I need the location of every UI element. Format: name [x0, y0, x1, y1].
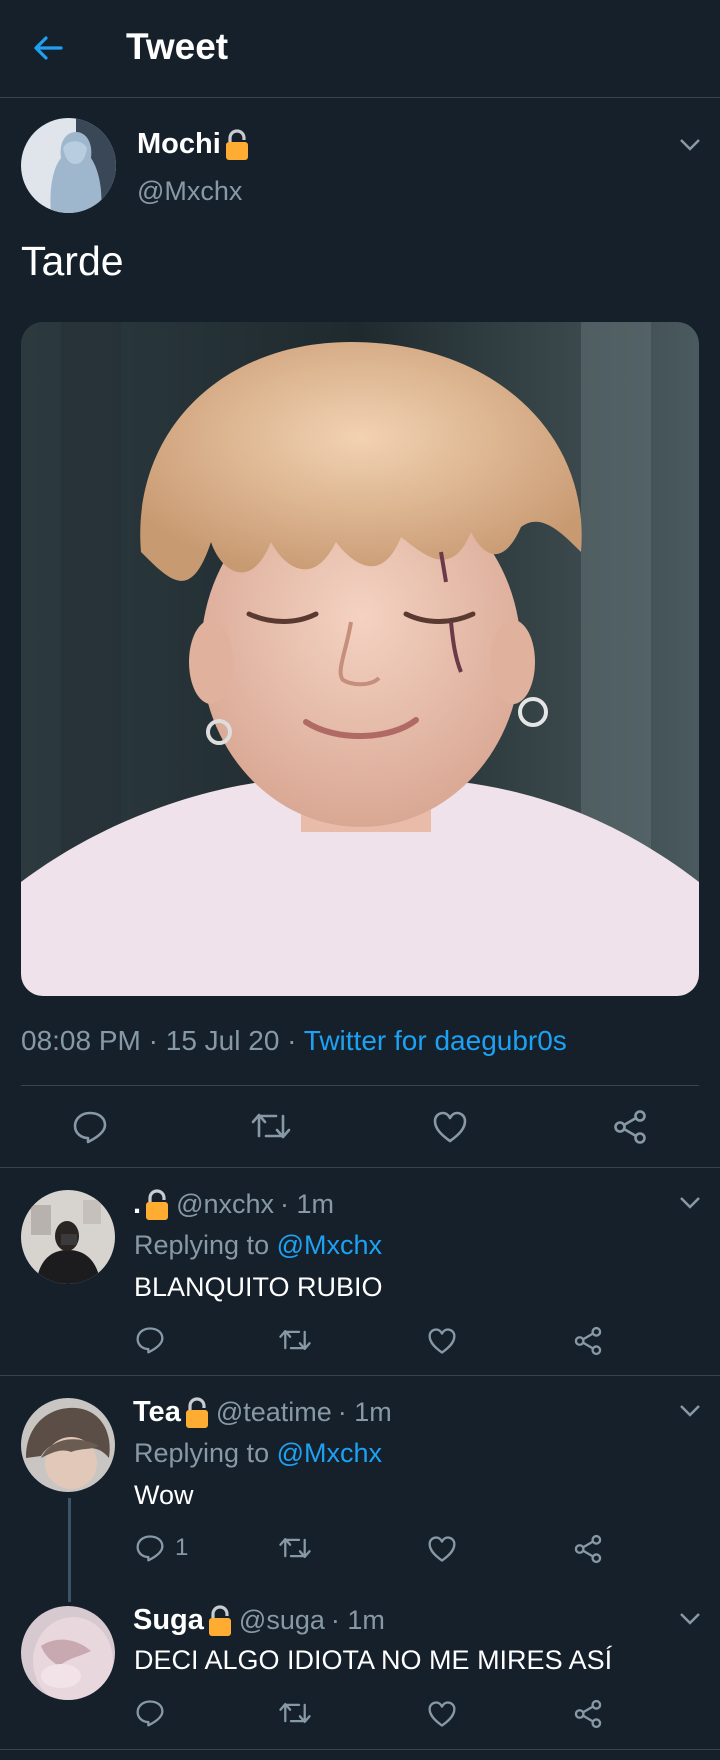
tweet-source-link[interactable]: Twitter for daegubr0s [304, 1025, 567, 1056]
retweet-icon [279, 1537, 311, 1559]
author-avatar[interactable] [21, 118, 116, 213]
lock-icon [144, 1188, 170, 1221]
like-button[interactable] [427, 1535, 457, 1563]
replying-to-label: Replying to [134, 1438, 277, 1468]
replying-to: Replying to @Mxchx [134, 1230, 382, 1261]
share-button[interactable] [612, 1109, 648, 1145]
lock-icon [184, 1396, 210, 1429]
reply-avatar[interactable] [21, 1190, 115, 1284]
chevron-down-icon [680, 1197, 700, 1209]
reply-author-name[interactable]: Suga [133, 1604, 204, 1637]
share-button[interactable] [573, 1326, 603, 1356]
retweet-icon [279, 1329, 311, 1351]
reply-timestamp: · 1m [280, 1189, 335, 1219]
heart-icon [428, 1536, 456, 1562]
retweet-button[interactable] [250, 1110, 292, 1142]
reply-icon [136, 1700, 164, 1727]
author-handle[interactable]: @Mxchx [137, 176, 242, 207]
tweet-time: 08:08 PM [21, 1025, 141, 1056]
reply-button[interactable] [135, 1326, 165, 1354]
reply-timestamp: · 1m [337, 1397, 392, 1427]
chevron-down-icon [680, 1613, 700, 1625]
retweet-button[interactable] [278, 1327, 312, 1353]
reply-author-handle[interactable]: @suga [239, 1605, 325, 1636]
retweet-icon [279, 1702, 311, 1724]
photo-icon [21, 322, 699, 996]
divider [0, 1375, 720, 1376]
reply-text: BLANQUITO RUBIO [134, 1272, 383, 1302]
retweet-button[interactable] [278, 1535, 312, 1561]
heart-icon [428, 1328, 456, 1354]
like-button[interactable] [432, 1110, 468, 1144]
reply-header: . @nxchx · 1m [133, 1188, 334, 1221]
retweet-icon [251, 1113, 291, 1139]
reply-avatar[interactable] [21, 1606, 115, 1700]
meta-separator: · [140, 1025, 166, 1056]
thread-connector [68, 1498, 71, 1602]
lock-icon [224, 128, 250, 161]
share-button[interactable] [573, 1534, 603, 1564]
reply-icon [136, 1535, 164, 1562]
arrow-left-icon [34, 36, 63, 60]
more-options-caret[interactable] [677, 1398, 703, 1424]
replying-to-label: Replying to [134, 1230, 277, 1260]
more-options-caret[interactable] [677, 1190, 703, 1216]
share-icon [574, 1326, 602, 1356]
more-options-caret[interactable] [677, 132, 703, 158]
reply-button[interactable]: 1 [135, 1534, 188, 1562]
reply-author-name[interactable]: Tea [133, 1396, 181, 1429]
replying-to-mention[interactable]: @Mxchx [277, 1230, 382, 1260]
top-bar: Tweet [0, 0, 720, 98]
share-icon [574, 1534, 602, 1564]
tweet-photo[interactable] [21, 322, 699, 996]
replying-to: Replying to @Mxchx [134, 1438, 382, 1469]
heart-icon [433, 1111, 467, 1143]
meta-separator: · [279, 1025, 304, 1056]
share-icon [614, 1110, 646, 1144]
share-button[interactable] [573, 1699, 603, 1729]
author-name[interactable]: Mochi [137, 128, 221, 161]
reply-text: Wow [134, 1480, 194, 1510]
reply-count: 1 [175, 1534, 189, 1561]
lock-icon [207, 1604, 233, 1637]
reply-header: Tea @teatime · 1m [133, 1396, 392, 1429]
share-icon [574, 1699, 602, 1729]
back-button[interactable] [28, 28, 68, 68]
reply-author-handle[interactable]: @teatime [216, 1397, 332, 1428]
divider [0, 1167, 720, 1168]
author-name-row: Mochi [137, 128, 250, 161]
reply-author-name[interactable]: . [133, 1188, 141, 1221]
reply-button[interactable] [135, 1699, 165, 1727]
tweet-text: Tarde [21, 238, 124, 284]
reply-avatar[interactable] [21, 1398, 115, 1492]
chevron-down-icon [680, 1405, 700, 1417]
tweet-meta: 08:08 PM · 15 Jul 20 · Twitter for daegu… [21, 1025, 567, 1057]
chevron-down-icon [680, 139, 700, 151]
tweet-date: 15 Jul 20 [165, 1025, 280, 1056]
heart-icon [428, 1701, 456, 1727]
reply-button[interactable] [72, 1110, 108, 1144]
page-title: Tweet [126, 26, 229, 67]
divider [21, 1085, 699, 1086]
more-options-caret[interactable] [677, 1606, 703, 1632]
like-button[interactable] [427, 1327, 457, 1355]
retweet-button[interactable] [278, 1700, 312, 1726]
divider [0, 1749, 720, 1750]
like-button[interactable] [427, 1700, 457, 1728]
reply-text: DECI ALGO IDIOTA NO ME MIRES ASÍ [134, 1645, 613, 1675]
reply-icon [73, 1111, 107, 1144]
reply-author-handle[interactable]: @nxchx [176, 1189, 274, 1220]
reply-timestamp: · 1m [330, 1605, 385, 1635]
reply-header: Suga @suga · 1m [133, 1604, 385, 1637]
reply-icon [136, 1327, 164, 1354]
replying-to-mention[interactable]: @Mxchx [277, 1438, 382, 1468]
